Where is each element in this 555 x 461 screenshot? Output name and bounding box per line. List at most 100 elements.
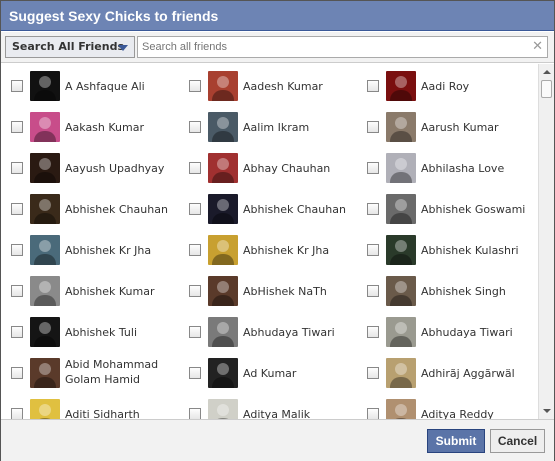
friend-checkbox[interactable] <box>11 285 23 297</box>
friend-checkbox[interactable] <box>367 244 379 256</box>
cancel-button[interactable]: Cancel <box>490 429 545 453</box>
friend-name: Abhilasha Love <box>421 162 505 175</box>
friend-checkbox[interactable] <box>11 162 23 174</box>
friend-item[interactable]: Adhirãj Aggãrwäl <box>357 353 535 394</box>
friend-avatar <box>208 153 238 183</box>
avatar-head-shape <box>395 240 407 252</box>
avatar-body-shape <box>390 172 412 183</box>
friend-avatar <box>208 358 238 388</box>
friend-checkbox[interactable] <box>367 326 379 338</box>
friend-item[interactable]: Abhishek Singh <box>357 271 535 312</box>
friend-checkbox[interactable] <box>189 285 201 297</box>
friend-name: Abhishek Kumar <box>65 285 155 298</box>
friend-item[interactable]: Aditi Sidharth <box>1 394 179 419</box>
scroll-down-icon[interactable] <box>543 409 551 413</box>
friend-checkbox[interactable] <box>367 408 379 419</box>
friend-avatar <box>386 112 416 142</box>
friend-item[interactable]: Aakash Kumar <box>1 107 179 148</box>
friend-checkbox[interactable] <box>189 408 201 419</box>
friend-checkbox[interactable] <box>11 121 23 133</box>
search-input[interactable] <box>138 37 547 57</box>
friend-name: Abhishek Chauhan <box>65 203 168 216</box>
friend-item[interactable]: Aalim Ikram <box>179 107 357 148</box>
friend-checkbox[interactable] <box>189 121 201 133</box>
friend-item[interactable]: Aadi Roy <box>357 66 535 107</box>
friend-name: AbHishek NaTh <box>243 285 327 298</box>
avatar-head-shape <box>217 158 229 170</box>
avatar-body-shape <box>212 377 234 388</box>
friend-item[interactable]: Abhishek Kulashri <box>357 230 535 271</box>
friend-item[interactable]: Abhishek Chauhan <box>179 189 357 230</box>
friend-checkbox[interactable] <box>11 80 23 92</box>
friend-name: Abhishek Tuli <box>65 326 138 339</box>
friend-checkbox[interactable] <box>189 162 201 174</box>
friend-item[interactable]: Abhishek Chauhan <box>1 189 179 230</box>
friend-item[interactable]: Abhudaya Tiwari <box>179 312 357 353</box>
filter-bar: Search All Friends ✕ <box>1 32 554 63</box>
friend-checkbox[interactable] <box>367 121 379 133</box>
friend-checkbox[interactable] <box>189 367 201 379</box>
friend-item[interactable]: Ad Kumar <box>179 353 357 394</box>
friend-checkbox[interactable] <box>367 80 379 92</box>
friend-checkbox[interactable] <box>189 203 201 215</box>
scroll-thumb[interactable] <box>541 80 552 98</box>
avatar-body-shape <box>390 90 412 101</box>
friend-checkbox[interactable] <box>11 244 23 256</box>
avatar-head-shape <box>39 322 51 334</box>
friend-checkbox[interactable] <box>11 367 23 379</box>
friend-item[interactable]: Abhishek Kr Jha <box>1 230 179 271</box>
friend-checkbox[interactable] <box>11 326 23 338</box>
friend-item[interactable]: A Ashfaque Ali <box>1 66 179 107</box>
friend-name: Aalim Ikram <box>243 121 310 134</box>
friend-item[interactable]: Aayush Upadhyay <box>1 148 179 189</box>
avatar-head-shape <box>217 240 229 252</box>
list-scrollbar[interactable] <box>538 64 554 419</box>
friend-item[interactable]: Abid Mohammad Golam Hamid <box>1 353 179 394</box>
friend-avatar <box>208 194 238 224</box>
friend-avatar <box>30 153 60 183</box>
friend-checkbox[interactable] <box>367 285 379 297</box>
avatar-head-shape <box>395 117 407 129</box>
avatar-head-shape <box>217 404 229 416</box>
avatar-head-shape <box>395 281 407 293</box>
friend-item[interactable]: Abhay Chauhan <box>179 148 357 189</box>
friend-checkbox[interactable] <box>367 203 379 215</box>
friend-item[interactable]: Aarush Kumar <box>357 107 535 148</box>
friend-item[interactable]: Aditya Reddy <box>357 394 535 419</box>
friend-item[interactable]: Abhudaya Tiwari <box>357 312 535 353</box>
friend-avatar <box>386 153 416 183</box>
scroll-up-icon[interactable] <box>543 70 551 74</box>
friend-checkbox[interactable] <box>189 326 201 338</box>
friend-checkbox[interactable] <box>11 408 23 419</box>
friend-avatar <box>30 358 60 388</box>
friend-checkbox[interactable] <box>367 367 379 379</box>
avatar-head-shape <box>39 158 51 170</box>
friend-item[interactable]: Abhishek Kr Jha <box>179 230 357 271</box>
friend-item[interactable]: AbHishek NaTh <box>179 271 357 312</box>
friend-checkbox[interactable] <box>11 203 23 215</box>
avatar-head-shape <box>395 322 407 334</box>
friend-avatar <box>30 399 60 419</box>
avatar-head-shape <box>39 363 51 375</box>
friend-checkbox[interactable] <box>189 80 201 92</box>
search-box: ✕ <box>137 36 548 58</box>
friend-name: Abid Mohammad Golam Hamid <box>65 358 159 386</box>
chevron-down-icon <box>118 45 128 51</box>
friend-avatar <box>208 276 238 306</box>
friend-filter-label: Search All Friends <box>12 40 125 53</box>
friend-item[interactable]: Abhishek Kumar <box>1 271 179 312</box>
friend-item[interactable]: Abhishek Tuli <box>1 312 179 353</box>
avatar-head-shape <box>395 404 407 416</box>
friend-item[interactable]: Abhishek Goswami <box>357 189 535 230</box>
friend-filter-dropdown[interactable]: Search All Friends <box>5 36 135 58</box>
submit-button[interactable]: Submit <box>427 429 485 453</box>
friend-avatar <box>30 112 60 142</box>
friend-name: Abhay Chauhan <box>243 162 331 175</box>
friend-item[interactable]: Aditya Malik <box>179 394 357 419</box>
friend-item[interactable]: Abhilasha Love <box>357 148 535 189</box>
friend-checkbox[interactable] <box>189 244 201 256</box>
clear-search-icon[interactable]: ✕ <box>532 39 543 55</box>
friend-item[interactable]: Aadesh Kumar <box>179 66 357 107</box>
avatar-head-shape <box>39 240 51 252</box>
friend-checkbox[interactable] <box>367 162 379 174</box>
